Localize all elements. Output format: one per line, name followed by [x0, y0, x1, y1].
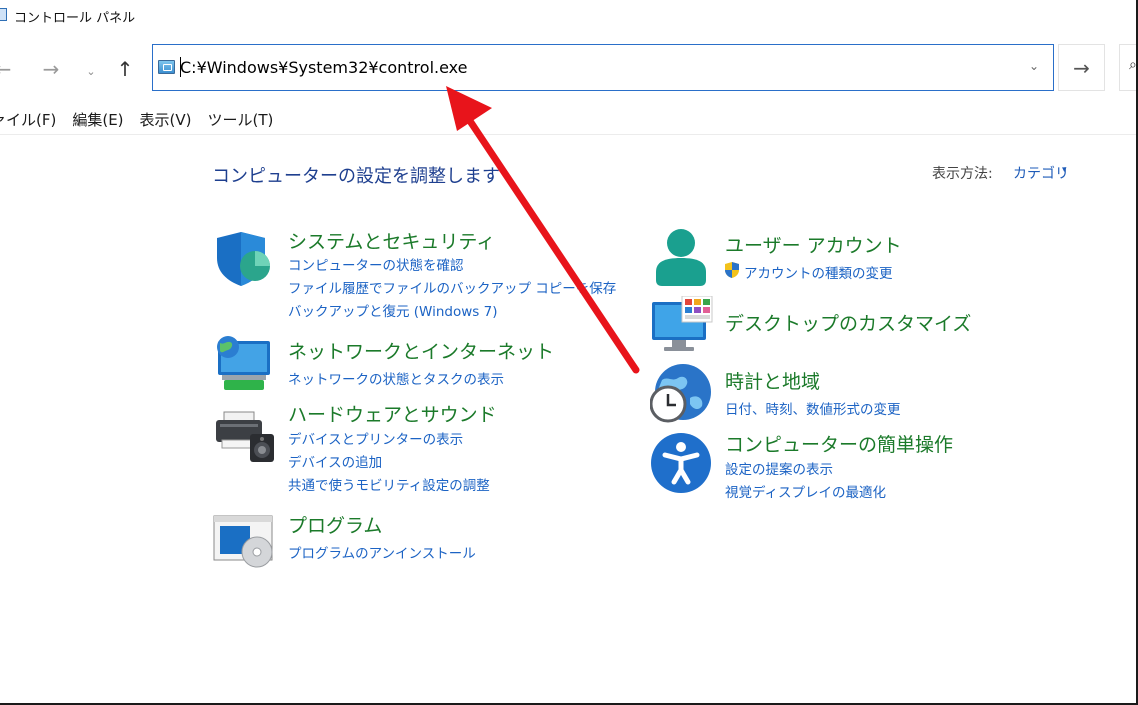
- back-button[interactable]: ←: [0, 56, 16, 82]
- go-button[interactable]: →: [1058, 44, 1105, 91]
- clock-globe-icon[interactable]: [650, 362, 714, 424]
- programs-disc-icon[interactable]: [212, 514, 274, 570]
- search-box[interactable]: ⌕: [1119, 44, 1137, 91]
- category-appearance[interactable]: デスクトップのカスタマイズ: [725, 309, 971, 336]
- user-account-icon[interactable]: [650, 226, 712, 288]
- address-dropdown-chevron-icon[interactable]: ⌄: [1029, 59, 1039, 73]
- text-caret: [180, 57, 181, 77]
- link-file-history-backup[interactable]: ファイル履歴でファイルのバックアップ コピーを保存: [288, 277, 616, 297]
- uac-shield-icon: [725, 262, 739, 278]
- menu-divider: [0, 134, 1136, 135]
- address-bar[interactable]: C:¥Windows¥System32¥control.exe ⌄: [152, 44, 1054, 91]
- forward-button[interactable]: →: [38, 56, 64, 82]
- menu-edit[interactable]: 編集(E): [72, 109, 123, 133]
- category-system-security[interactable]: システムとセキュリティ: [288, 227, 495, 254]
- desktop-personalize-icon[interactable]: [650, 296, 714, 354]
- title-bar: コントロール パネル: [0, 0, 1136, 32]
- link-change-account-type[interactable]: アカウントの種類の変更: [744, 262, 893, 282]
- printer-speaker-icon[interactable]: [214, 410, 276, 464]
- category-programs[interactable]: プログラム: [288, 511, 382, 538]
- link-add-device[interactable]: デバイスの追加: [288, 451, 382, 471]
- link-mobility-settings[interactable]: 共通で使うモビリティ設定の調整: [288, 474, 490, 494]
- category-hardware-sound[interactable]: ハードウェアとサウンド: [288, 400, 497, 427]
- network-globe-icon[interactable]: [212, 335, 274, 393]
- link-optimize-visual-display[interactable]: 視覚ディスプレイの最適化: [725, 481, 886, 501]
- accessibility-icon[interactable]: [650, 432, 712, 494]
- window-title: コントロール パネル: [14, 11, 136, 26]
- category-ease-of-access[interactable]: コンピューターの簡単操作: [725, 430, 953, 457]
- menu-bar: ァイル(F) 編集(E) 表示(V) ツール(T): [0, 109, 273, 133]
- category-clock-region[interactable]: 時計と地域: [725, 367, 820, 394]
- control-panel-address-icon: [158, 60, 175, 74]
- link-date-time-format[interactable]: 日付、時刻、数値形式の変更: [725, 398, 901, 418]
- menu-tools[interactable]: ツール(T): [208, 109, 274, 133]
- link-devices-printers[interactable]: デバイスとプリンターの表示: [288, 428, 463, 448]
- recent-locations-chevron-icon[interactable]: ⌄: [78, 58, 104, 84]
- category-user-accounts[interactable]: ユーザー アカウント: [725, 231, 902, 258]
- annotation-arrow: [446, 86, 640, 374]
- menu-file[interactable]: ァイル(F): [0, 109, 56, 133]
- link-uninstall-program[interactable]: プログラムのアンインストール: [288, 542, 476, 562]
- shield-icon[interactable]: [213, 230, 275, 288]
- category-network-internet[interactable]: ネットワークとインターネット: [288, 337, 554, 364]
- up-button[interactable]: ↑: [112, 56, 138, 82]
- link-network-status-tasks[interactable]: ネットワークの状態とタスクの表示: [288, 368, 504, 388]
- page-title: コンピューターの設定を調整します: [212, 166, 500, 187]
- view-by-label: 表示方法:: [932, 166, 993, 182]
- address-input[interactable]: C:¥Windows¥System32¥control.exe: [180, 58, 467, 77]
- menu-view[interactable]: 表示(V): [140, 109, 192, 133]
- link-backup-restore[interactable]: バックアップと復元 (Windows 7): [288, 300, 497, 320]
- view-by-dropdown[interactable]: カテゴリ: [1013, 163, 1069, 183]
- link-suggested-settings[interactable]: 設定の提案の表示: [725, 458, 833, 478]
- search-icon: ⌕: [1129, 57, 1137, 73]
- link-check-computer-status[interactable]: コンピューターの状態を確認: [288, 254, 464, 274]
- control-panel-window: コントロール パネル ← → ⌄ ↑ C:¥Windows¥System32¥c…: [0, 0, 1138, 705]
- view-by-chevron-icon[interactable]: ▾: [1062, 165, 1067, 175]
- control-panel-icon: [0, 8, 7, 21]
